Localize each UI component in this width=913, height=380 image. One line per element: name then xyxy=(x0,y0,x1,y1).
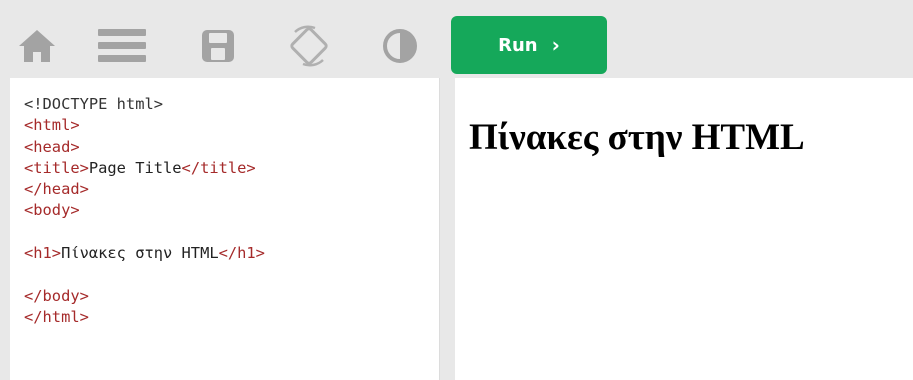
code-line: <body> xyxy=(24,200,439,221)
code-line: </html> xyxy=(24,307,439,328)
code-line: </body> xyxy=(24,286,439,307)
code-text: <!DOCTYPE html> xyxy=(24,95,163,113)
save-icon[interactable] xyxy=(198,24,238,68)
code-line: <html> xyxy=(24,115,439,136)
code-text: Page Title xyxy=(88,158,182,177)
code-tag: </head> xyxy=(24,180,89,199)
editor-toolbar: Run › xyxy=(0,0,913,78)
rotate-icon[interactable] xyxy=(284,24,334,68)
chevron-right-icon: › xyxy=(551,33,560,57)
code-tag: </html> xyxy=(24,307,89,326)
code-tag: <head> xyxy=(24,137,80,156)
code-tag: </body> xyxy=(24,286,89,305)
code-line: <h1>Πίνακες στην HTML</h1> xyxy=(24,243,439,264)
result-preview: Πίνακες στην HTML xyxy=(455,78,913,380)
code-tag: <html> xyxy=(24,116,80,135)
code-line: <title>Page Title</title> xyxy=(24,158,439,179)
code-tag: <title> xyxy=(24,158,89,177)
run-button-label: Run xyxy=(498,34,538,56)
menu-icon[interactable] xyxy=(94,24,150,68)
code-text: Πίνακες στην HTML xyxy=(61,244,219,263)
code-tag: </h1> xyxy=(218,244,265,263)
code-tag: <body> xyxy=(24,201,80,220)
result-heading: Πίνακες στην HTML xyxy=(469,117,805,158)
code-tag: </title> xyxy=(181,158,256,177)
code-editor[interactable]: <!DOCTYPE html> <html> <head> <title>Page T… xyxy=(10,78,440,380)
code-line: </head> xyxy=(24,179,439,200)
code-line: <head> xyxy=(24,137,439,158)
contrast-icon[interactable] xyxy=(380,24,420,68)
code-line: <!DOCTYPE html> xyxy=(24,94,439,115)
pane-divider[interactable] xyxy=(440,78,454,380)
code-tag: <h1> xyxy=(24,244,62,263)
home-icon[interactable] xyxy=(14,24,60,68)
run-button[interactable]: Run › xyxy=(451,16,607,74)
